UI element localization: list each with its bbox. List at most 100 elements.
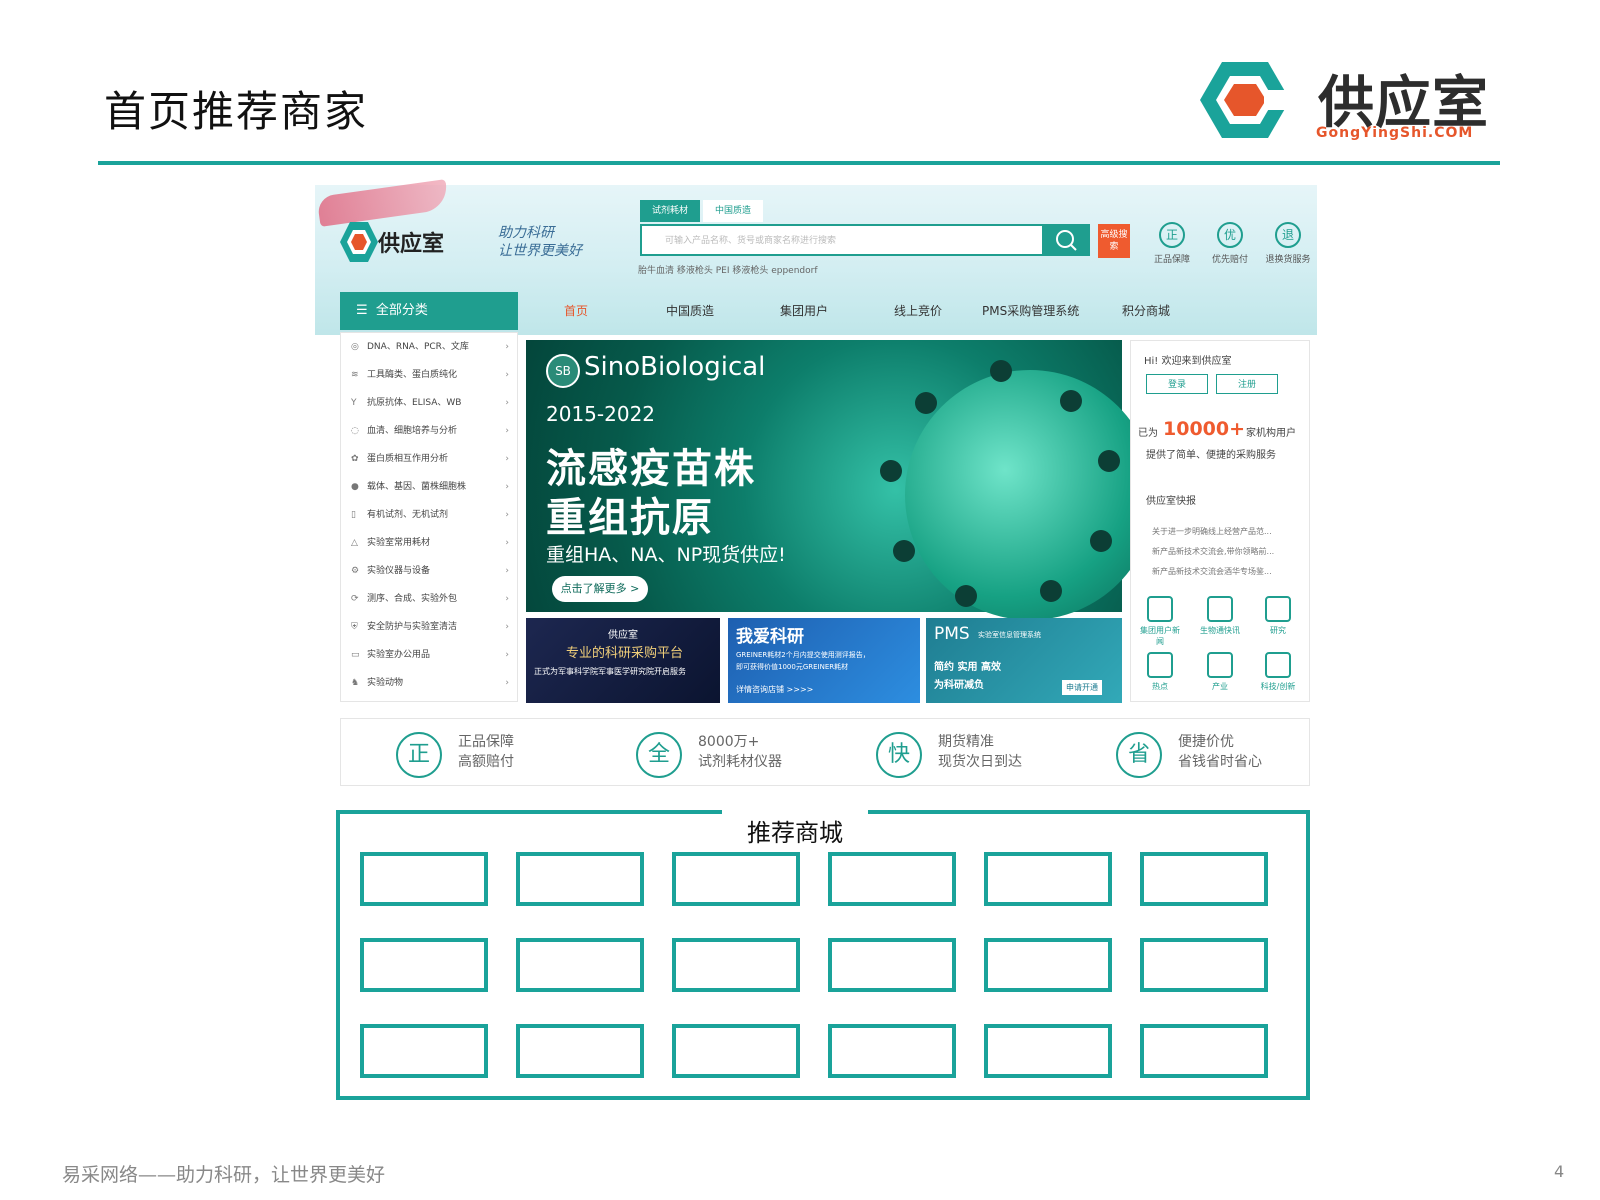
promo-banner-platform[interactable]: 供应室 专业的科研采购平台 正式为军事科学院军事医学研究院开启服务 <box>526 618 720 703</box>
nav-china-made[interactable]: 中国质造 <box>666 302 714 319</box>
store-slot[interactable] <box>516 1024 644 1078</box>
quick-link[interactable]: 生物通快讯 <box>1200 596 1240 636</box>
nav-group-users[interactable]: 集团用户 <box>780 302 828 319</box>
promo-line: 即可获得价值1000元GREINER耗材 <box>736 663 849 671</box>
login-button[interactable]: 登录 <box>1146 374 1208 394</box>
category-item[interactable]: ≋ 工具酶类、蛋白质纯化 › <box>351 361 509 389</box>
search-button[interactable] <box>1044 224 1090 256</box>
feature-text: 正品保障 高额赔付 <box>458 734 514 770</box>
nav-points-mall[interactable]: 积分商城 <box>1122 302 1170 319</box>
all-categories-label: 全部分类 <box>375 303 428 318</box>
quick-link[interactable]: 研究 <box>1258 596 1298 636</box>
office-icon: ▭ <box>351 650 360 660</box>
users-prefix: 已为 <box>1138 428 1158 439</box>
service-return[interactable]: 退 退换货服务 <box>1258 222 1318 265</box>
search-input[interactable]: 可输入产品名称、货号或商家名称进行搜索 <box>665 233 1025 246</box>
news-item[interactable]: 新产品新技术交流会酒华专场鉴... <box>1152 566 1272 577</box>
users-count: 10000+ <box>1163 418 1246 440</box>
store-slot[interactable] <box>1140 852 1268 906</box>
category-item[interactable]: ◎ DNA、RNA、PCR、文库 › <box>351 333 509 361</box>
register-button[interactable]: 注册 <box>1216 374 1278 394</box>
feature-complete: 全 <box>636 732 682 778</box>
category-item[interactable]: ▯ 有机试剂、无机试剂 › <box>351 501 509 529</box>
animal-icon: ♞ <box>351 678 360 688</box>
store-slot[interactable] <box>984 938 1112 992</box>
chevron-right-icon: › <box>505 678 509 688</box>
store-slot[interactable] <box>516 938 644 992</box>
store-slot[interactable] <box>1140 938 1268 992</box>
nav-online-bidding[interactable]: 线上竞价 <box>894 302 942 319</box>
sino-logo-badge: SB <box>546 354 580 388</box>
virus-spike <box>915 392 937 414</box>
category-item[interactable]: ⟳ 测序、合成、实验外包 › <box>351 585 509 613</box>
category-item[interactable]: ⚙ 实验仪器与设备 › <box>351 557 509 585</box>
feature-text: 便捷价优 省钱省时省心 <box>1178 734 1262 770</box>
promo-banner-pms[interactable]: PMS 实验室信息管理系统 简约 实用 高效 为科研减负 申请开通 <box>926 618 1122 703</box>
virus-spike <box>955 585 977 607</box>
store-slot[interactable] <box>1140 1024 1268 1078</box>
banner-more-button[interactable]: 点击了解更多 > <box>552 576 648 602</box>
feature-text: 期货精准 现货次日到达 <box>938 734 1022 770</box>
quick-link[interactable]: 热点 <box>1140 652 1180 692</box>
category-item[interactable]: ⛨ 安全防护与实验室清洁 › <box>351 613 509 641</box>
vector-icon: ● <box>351 482 359 492</box>
feature-save: 省 <box>1116 732 1162 778</box>
service-priority-pay[interactable]: 优 优先赔付 <box>1200 222 1260 265</box>
category-item[interactable]: Y 抗原抗体、ELISA、WB › <box>351 389 509 417</box>
antibody-icon: Y <box>351 398 357 408</box>
tech-icon <box>1265 652 1291 678</box>
category-item[interactable]: △ 实验室常用耗材 › <box>351 529 509 557</box>
advanced-search-button[interactable]: 高级搜索 <box>1098 224 1130 258</box>
site-slogan: 助力科研 让世界更美好 <box>498 224 582 260</box>
quick-link[interactable]: 科技/创新 <box>1258 652 1298 692</box>
hot-keywords[interactable]: 胎牛血清 移液枪头 PEI 移液枪头 eppendorf <box>638 263 818 276</box>
store-slot[interactable] <box>672 938 800 992</box>
store-slot[interactable] <box>828 1024 956 1078</box>
store-slot[interactable] <box>516 852 644 906</box>
category-item[interactable]: ● 载体、基因、菌株细胞株 › <box>351 473 509 501</box>
all-categories-button[interactable]: ☰ 全部分类 <box>340 292 518 330</box>
feature-genuine: 正 <box>396 732 442 778</box>
quick-link[interactable]: 产业 <box>1200 652 1240 692</box>
genuine-circle-icon: 正 <box>396 732 442 778</box>
tab-china-made[interactable]: 中国质造 <box>703 200 763 222</box>
research-icon <box>1265 596 1291 622</box>
category-item[interactable]: ◌ 血清、细胞培养与分析 › <box>351 417 509 445</box>
site-logo-icon[interactable] <box>336 220 380 264</box>
nav-pms[interactable]: PMS采购管理系统 <box>982 302 1079 319</box>
promo-cta[interactable]: 详情咨询店铺 >>>> <box>736 684 813 695</box>
fast-circle-icon: 快 <box>876 732 922 778</box>
store-slot[interactable] <box>360 1024 488 1078</box>
category-item[interactable]: ♞ 实验动物 › <box>351 669 509 697</box>
chevron-right-icon: › <box>505 510 509 520</box>
tab-reagents[interactable]: 试剂耗材 <box>640 200 700 222</box>
store-slot[interactable] <box>828 938 956 992</box>
store-slot[interactable] <box>672 852 800 906</box>
flask-icon: △ <box>351 538 358 548</box>
news-item[interactable]: 关于进一步明确线上经营产品范... <box>1152 526 1272 537</box>
store-slot[interactable] <box>672 1024 800 1078</box>
service-label: 退换货服务 <box>1265 255 1311 265</box>
news-item[interactable]: 新产品新技术交流会,带你领略前... <box>1152 546 1274 557</box>
virus-spike <box>893 540 915 562</box>
category-item[interactable]: ▭ 实验室办公用品 › <box>351 641 509 669</box>
store-slot[interactable] <box>360 938 488 992</box>
news-icon <box>1147 596 1173 622</box>
chevron-right-icon: › <box>505 566 509 576</box>
store-slot[interactable] <box>984 852 1112 906</box>
promo-banner-research[interactable]: 我爱科研 GREINER耗材2个月内提交使用测评报告， 即可获得价值1000元G… <box>728 618 920 703</box>
welcome-text: Hi! 欢迎来到供应室 <box>1144 356 1232 367</box>
quick-link[interactable]: 集团用户新闻 <box>1140 596 1180 647</box>
promo-line: 简约 实用 高效 <box>934 662 1001 673</box>
apply-button[interactable]: 申请开通 <box>1062 680 1102 695</box>
service-label: 优先赔付 <box>1211 255 1248 265</box>
store-slot[interactable] <box>360 852 488 906</box>
category-item[interactable]: ✿ 蛋白质相互作用分析 › <box>351 445 509 473</box>
virus-spike <box>1090 530 1112 552</box>
service-genuine[interactable]: 正 正品保障 <box>1142 222 1202 265</box>
nav-home[interactable]: 首页 <box>564 302 588 319</box>
site-logo-text[interactable]: 供应室 <box>378 226 444 258</box>
store-slot[interactable] <box>984 1024 1112 1078</box>
store-slot[interactable] <box>828 852 956 906</box>
enzyme-icon: ≋ <box>351 370 359 380</box>
